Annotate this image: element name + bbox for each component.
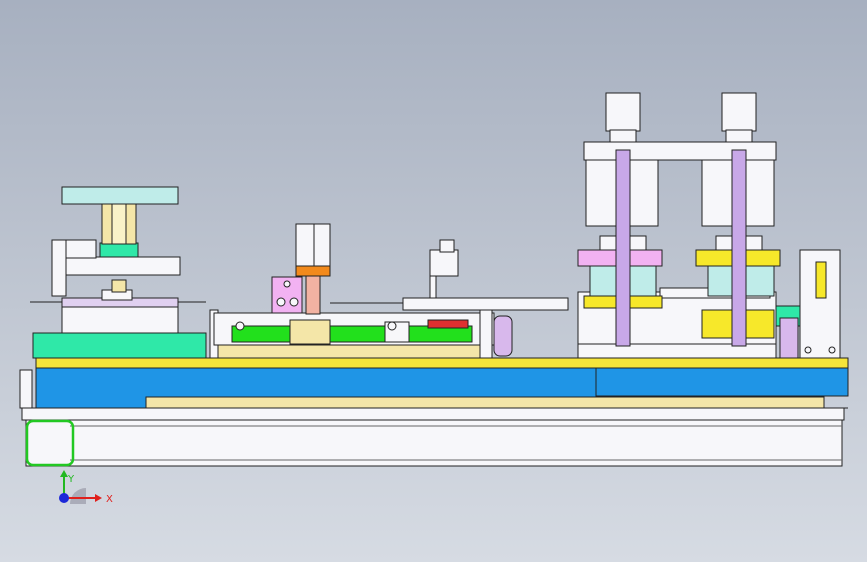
left-press-station[interactable] — [30, 186, 207, 359]
y-axis-arrow-icon — [60, 470, 68, 477]
z-axis-icon — [59, 493, 69, 503]
x-axis-arrow-icon — [95, 494, 102, 502]
sensor-bracket[interactable] — [330, 239, 569, 311]
x-axis-label: X — [106, 494, 113, 505]
end-stop-block[interactable] — [479, 309, 513, 359]
triad-rotation-icon — [70, 488, 86, 504]
coordinate-triad: Y X — [59, 470, 113, 505]
y-axis-label: Y — [67, 474, 75, 485]
main-blue-base[interactable] — [19, 357, 849, 409]
bottom-base-plate[interactable] — [21, 407, 845, 467]
pink-bracket-actuator[interactable] — [271, 223, 331, 315]
cad-viewport[interactable] — [0, 0, 867, 562]
